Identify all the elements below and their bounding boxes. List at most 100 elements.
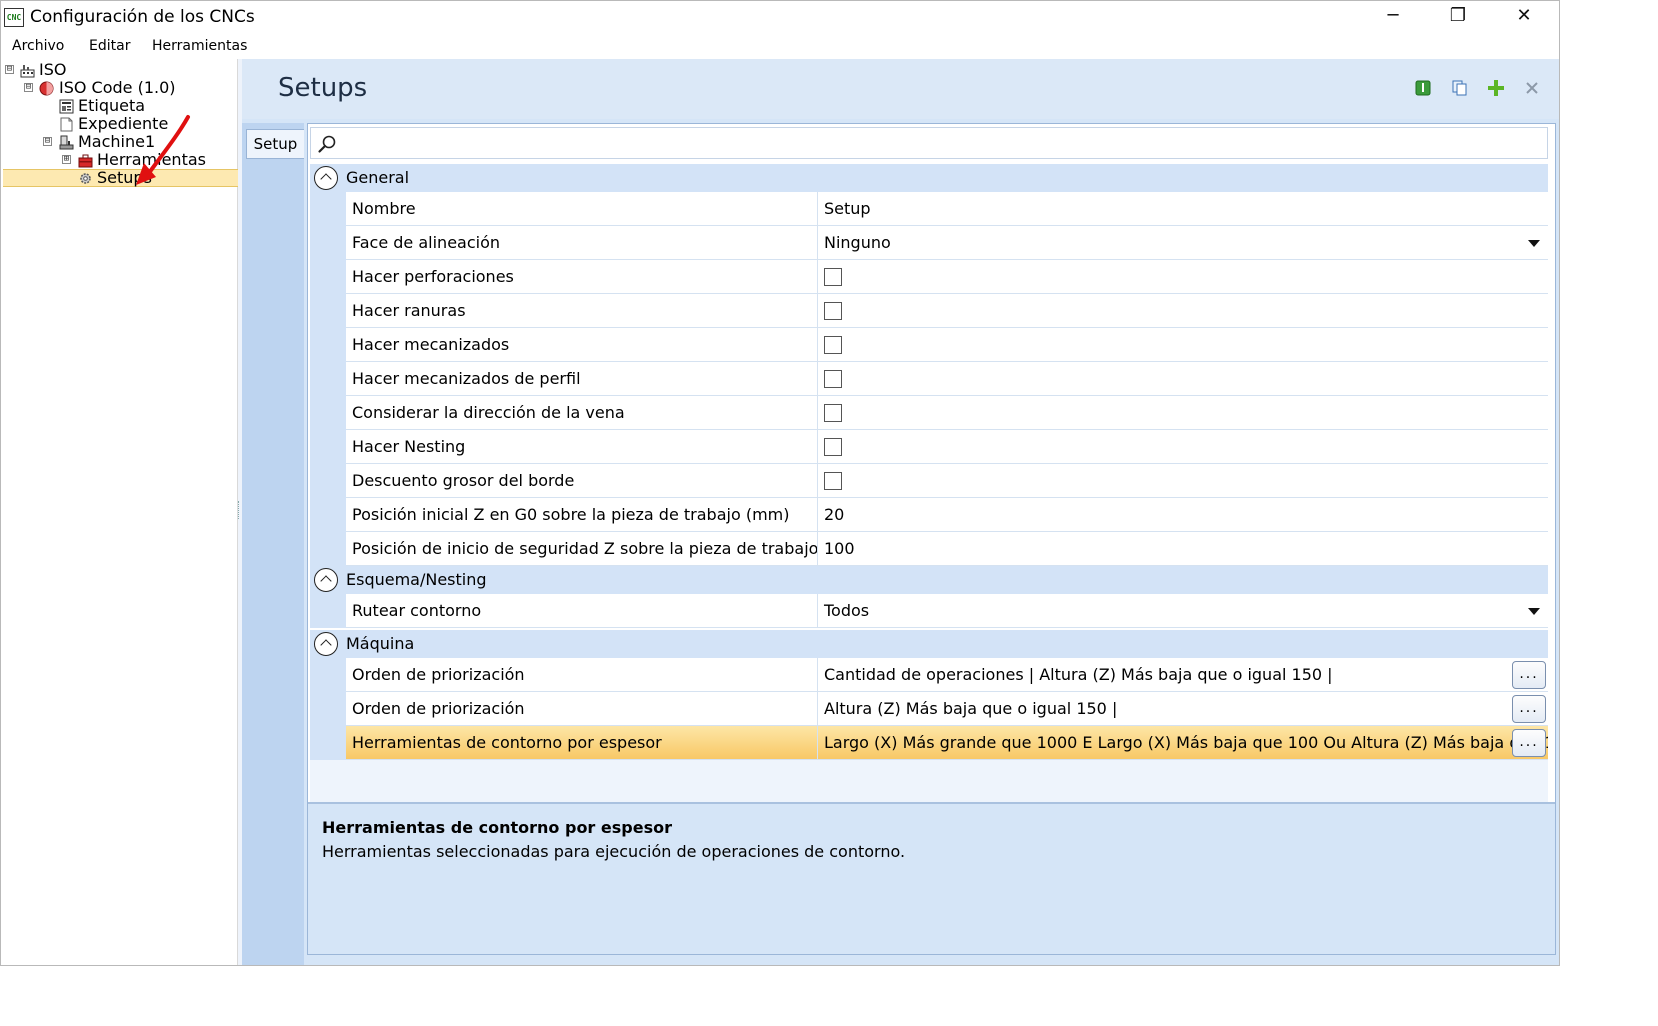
export-icon[interactable] — [1414, 79, 1432, 97]
property-row[interactable]: Orden de priorización Cantidad de operac… — [310, 658, 1548, 692]
property-row[interactable]: Hacer mecanizados — [310, 328, 1548, 362]
property-checkbox-cell — [818, 362, 1548, 396]
row-gutter — [310, 498, 346, 532]
ellipsis-button[interactable]: ... — [1512, 661, 1546, 689]
splitter-grip-icon[interactable] — [238, 501, 241, 519]
property-row[interactable]: Hacer Nesting — [310, 430, 1548, 464]
category-label: Esquema/Nesting — [346, 570, 487, 589]
considerar-vena-checkbox[interactable] — [824, 404, 842, 422]
restore-button[interactable]: ❐ — [1435, 1, 1481, 33]
property-row-selected[interactable]: Herramientas de contorno por espesor Lar… — [310, 726, 1548, 760]
property-name: Posición inicial Z en G0 sobre la pieza … — [346, 498, 818, 532]
property-row[interactable]: Hacer mecanizados de perfil — [310, 362, 1548, 396]
factory-icon — [20, 65, 35, 78]
property-value-field[interactable]: Setup — [818, 192, 1548, 226]
property-name: Considerar la dirección de la vena — [346, 396, 818, 430]
category-esquema-nesting[interactable]: Esquema/Nesting — [310, 566, 1548, 594]
collapse-icon[interactable]: ⊟ — [43, 137, 52, 146]
hacer-mecanizados-perfil-checkbox[interactable] — [824, 370, 842, 388]
descuento-grosor-checkbox[interactable] — [824, 472, 842, 490]
category-general[interactable]: General — [310, 164, 1548, 192]
property-row[interactable]: Face de alineación Ninguno — [310, 226, 1548, 260]
chevron-down-icon[interactable] — [1528, 240, 1540, 247]
row-gutter — [310, 594, 346, 628]
property-row[interactable]: Hacer perforaciones — [310, 260, 1548, 294]
collapse-category-icon[interactable] — [314, 632, 338, 656]
copy-icon[interactable] — [1451, 79, 1469, 97]
row-gutter — [310, 226, 346, 260]
dropdown-value: Ninguno — [824, 233, 891, 252]
page-title: Setups — [278, 73, 368, 103]
description-panel: Herramientas de contorno por espesor Her… — [308, 802, 1555, 954]
property-name: Descuento grosor del borde — [346, 464, 818, 498]
dropdown-value: Todos — [824, 601, 870, 620]
property-dropdown[interactable]: Ninguno — [818, 226, 1548, 260]
gear-icon — [80, 173, 91, 184]
delete-icon[interactable] — [1523, 79, 1541, 97]
menu-bar: Archivo Editar Herramientas — [1, 34, 1559, 59]
row-gutter — [310, 294, 346, 328]
property-value-field[interactable]: Altura (Z) Más baja que o igual 150 | ..… — [818, 692, 1548, 726]
row-gutter — [310, 260, 346, 294]
collapse-category-icon[interactable] — [314, 166, 338, 190]
tab-setup[interactable]: Setup — [246, 129, 304, 159]
property-value-field[interactable]: 20 — [818, 498, 1548, 532]
close-button[interactable]: ✕ — [1501, 1, 1547, 33]
property-row[interactable]: Considerar la dirección de la vena — [310, 396, 1548, 430]
ellipsis-button[interactable]: ... — [1512, 695, 1546, 723]
row-gutter — [310, 692, 346, 726]
property-row[interactable]: Posición inicial Z en G0 sobre la pieza … — [310, 498, 1548, 532]
menu-archivo[interactable]: Archivo — [12, 38, 64, 54]
add-icon[interactable] — [1487, 79, 1505, 97]
property-name: Hacer Nesting — [346, 430, 818, 464]
property-name: Herramientas de contorno por espesor — [346, 726, 818, 760]
minimize-button[interactable]: ─ — [1370, 1, 1416, 33]
window-title: Configuración de los CNCs — [30, 7, 255, 27]
property-name: Posición de inicio de seguridad Z sobre … — [346, 532, 818, 566]
hacer-ranuras-checkbox[interactable] — [824, 302, 842, 320]
property-value-field[interactable]: Cantidad de operaciones | Altura (Z) Más… — [818, 658, 1548, 692]
tree-node-iso-code[interactable]: ⊟ ISO Code (1.0) — [2, 79, 232, 97]
menu-editar[interactable]: Editar — [89, 38, 130, 54]
row-gutter — [310, 464, 346, 498]
property-row[interactable]: Orden de priorización Altura (Z) Más baj… — [310, 692, 1548, 726]
chevron-down-icon[interactable] — [1528, 608, 1540, 615]
document-icon — [60, 117, 73, 132]
content-area: Setups Setup General Nombre Setup Face d… — [242, 59, 1559, 965]
property-value-field[interactable]: Largo (X) Más grande que 1000 E Largo (X… — [818, 726, 1548, 760]
row-gutter — [310, 430, 346, 464]
category-maquina[interactable]: Máquina — [310, 630, 1548, 658]
hacer-mecanizados-checkbox[interactable] — [824, 336, 842, 354]
ellipsis-button[interactable]: ... — [1512, 729, 1546, 757]
tree-node-label: ISO — [39, 60, 67, 79]
tree-node-label: ISO Code (1.0) — [59, 78, 176, 97]
property-row[interactable]: Hacer ranuras — [310, 294, 1548, 328]
search-input[interactable] — [310, 127, 1548, 159]
collapse-category-icon[interactable] — [314, 568, 338, 592]
property-row[interactable]: Rutear contorno Todos — [310, 594, 1548, 628]
property-name: Nombre — [346, 192, 818, 226]
property-row[interactable]: Posición de inicio de seguridad Z sobre … — [310, 532, 1548, 566]
property-name: Orden de priorización — [346, 658, 818, 692]
vertical-tab-strip: Setup — [242, 123, 304, 965]
menu-herramientas[interactable]: Herramientas — [152, 38, 247, 54]
property-name: Hacer perforaciones — [346, 260, 818, 294]
property-checkbox-cell — [818, 396, 1548, 430]
property-row[interactable]: Nombre Setup — [310, 192, 1548, 226]
expand-icon[interactable]: ⊞ — [62, 155, 71, 164]
grid-empty-space — [310, 760, 1548, 802]
property-row[interactable]: Descuento grosor del borde — [310, 464, 1548, 498]
property-checkbox-cell — [818, 464, 1548, 498]
property-dropdown[interactable]: Todos — [818, 594, 1548, 628]
tree-panel: ⊟ ISO ⊟ ISO Code (1.0) Etiqueta Expedien… — [2, 59, 238, 965]
collapse-icon[interactable]: ⊟ — [5, 65, 14, 74]
property-value-text: Largo (X) Más grande que 1000 E Largo (X… — [824, 733, 1548, 752]
property-value-field[interactable]: 100 — [818, 532, 1548, 566]
iso-code-icon — [39, 81, 54, 96]
tree-node-iso[interactable]: ⊟ ISO — [2, 61, 232, 79]
hacer-perforaciones-checkbox[interactable] — [824, 268, 842, 286]
collapse-icon[interactable]: ⊟ — [24, 83, 33, 92]
category-label: Máquina — [346, 634, 415, 653]
hacer-nesting-checkbox[interactable] — [824, 438, 842, 456]
property-name: Hacer ranuras — [346, 294, 818, 328]
